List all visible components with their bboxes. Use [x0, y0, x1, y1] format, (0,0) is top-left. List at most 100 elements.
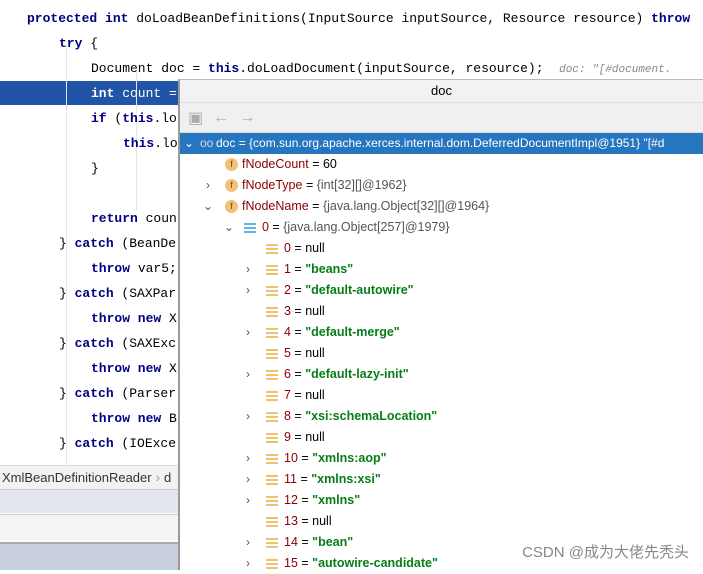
- code-line: } catch (IOExce: [59, 431, 176, 456]
- keyword: this: [122, 111, 154, 126]
- code-text: count =: [114, 86, 177, 101]
- field-icon: f: [225, 158, 238, 172]
- chevron-right-icon[interactable]: ›: [242, 406, 254, 427]
- tree-row-item[interactable]: › 12 = "xmlns": [180, 490, 703, 511]
- tree-row-item[interactable]: › 10 = "xmlns:aop": [180, 448, 703, 469]
- code-text: .doLoadDocument(inputSource, resource);: [239, 61, 560, 76]
- code-text: Document doc =: [91, 61, 209, 76]
- tree-icon[interactable]: ▣: [188, 108, 203, 128]
- var-value: {java.lang.Object[32][]@1964}: [322, 199, 490, 213]
- tree-row-item[interactable]: › 11 = "xmlns:xsi": [180, 469, 703, 490]
- code-text: doLoadBeanDefinitions(InputSource inputS…: [136, 11, 652, 26]
- tree-row-field[interactable]: f fNodeCount = 60: [180, 154, 703, 175]
- code-text: }: [59, 386, 75, 401]
- item-index: 8: [284, 409, 291, 423]
- tree-row-item[interactable]: › 1 = "beans": [180, 259, 703, 280]
- popup-toolbar: ▣ ← →: [180, 103, 703, 133]
- code-text: (: [106, 111, 123, 126]
- forward-arrow-icon[interactable]: →: [239, 109, 255, 127]
- breadcrumb-item[interactable]: d: [164, 470, 171, 485]
- list-icon: [266, 453, 278, 464]
- chevron-right-icon[interactable]: ›: [242, 364, 254, 385]
- status-bar: [0, 542, 178, 570]
- item-index: 10: [284, 451, 298, 465]
- item-value: "xmlns:xsi": [311, 472, 381, 486]
- code-line: int count =: [91, 81, 177, 106]
- tree-row-item[interactable]: 7 = null: [180, 385, 703, 406]
- code-text: coun: [137, 211, 177, 226]
- code-line: protected int doLoadBeanDefinitions(Inpu…: [27, 6, 690, 31]
- chevron-down-icon[interactable]: ⌄: [223, 217, 235, 238]
- item-index: 11: [284, 472, 297, 486]
- code-line: return coun: [91, 206, 177, 231]
- code-line: throw var5;: [91, 256, 177, 281]
- item-index: 15: [284, 556, 298, 570]
- chevron-right-icon[interactable]: ›: [242, 553, 254, 574]
- chevron-down-icon[interactable]: ⌄: [183, 133, 195, 154]
- chevron-right-icon[interactable]: ›: [242, 280, 254, 301]
- tree-row-item[interactable]: › 4 = "default-merge": [180, 322, 703, 343]
- tree-row-item[interactable]: 5 = null: [180, 343, 703, 364]
- var-name: fNodeName: [242, 199, 309, 213]
- keyword: throw: [651, 11, 691, 26]
- chevron-right-icon[interactable]: ›: [242, 259, 254, 280]
- item-value: "default-autowire": [305, 283, 414, 297]
- var-name: fNodeCount: [242, 157, 309, 171]
- list-icon: [266, 558, 278, 569]
- keyword: throw new: [91, 361, 162, 376]
- tree-row-field[interactable]: ⌄ f fNodeName = {java.lang.Object[32][]@19…: [180, 196, 703, 217]
- keyword: int: [91, 86, 115, 101]
- item-value: "autowire-candidate": [312, 556, 438, 570]
- var-value: {java.lang.Object[257]@1979}: [283, 220, 450, 234]
- array-icon: [244, 222, 256, 233]
- item-index: 13: [284, 514, 298, 528]
- item-value: null: [305, 241, 325, 255]
- chevron-down-icon[interactable]: ⌄: [202, 196, 214, 217]
- list-icon: [266, 369, 278, 380]
- tree-row-item[interactable]: › 2 = "default-autowire": [180, 280, 703, 301]
- item-value: "xmlns:aop": [312, 451, 387, 465]
- chevron-right-icon[interactable]: ›: [242, 532, 254, 553]
- item-index: 2: [284, 283, 291, 297]
- chevron-right-icon[interactable]: ›: [242, 469, 254, 490]
- tree-row-item[interactable]: 9 = null: [180, 427, 703, 448]
- code-text: (IOExce: [113, 436, 177, 451]
- code-line: } catch (SAXExc: [59, 331, 176, 356]
- item-index: 1: [284, 262, 291, 276]
- popup-title[interactable]: doc: [180, 80, 703, 103]
- code-line: } catch (Parser: [59, 381, 176, 406]
- tree-row-root[interactable]: ⌄ oo doc = {com.sun.org.apache.xerces.inte…: [180, 133, 703, 154]
- list-icon: [266, 348, 278, 359]
- item-value: "default-lazy-init": [305, 367, 409, 381]
- breadcrumb-item[interactable]: XmlBeanDefinitionReader: [2, 470, 152, 485]
- var-name: doc: [216, 136, 236, 150]
- var-name: fNodeType: [242, 178, 303, 192]
- code-text: X: [161, 361, 177, 376]
- list-icon: [266, 495, 278, 506]
- var-value: = {com.sun.org.apache.xerces.internal.do…: [238, 136, 665, 150]
- chevron-right-icon[interactable]: ›: [242, 490, 254, 511]
- item-value: null: [305, 304, 325, 318]
- tree-row-item[interactable]: 3 = null: [180, 301, 703, 322]
- chevron-right-icon[interactable]: ›: [202, 175, 214, 196]
- back-arrow-icon[interactable]: ←: [213, 109, 229, 127]
- tree-row-item[interactable]: 0 = null: [180, 238, 703, 259]
- keyword: catch: [74, 436, 114, 451]
- item-index: 12: [284, 493, 298, 507]
- code-text: }: [59, 236, 75, 251]
- chevron-right-icon[interactable]: ›: [242, 322, 254, 343]
- list-icon: [266, 432, 278, 443]
- indent-guide: [66, 44, 67, 474]
- var-value: = 60: [312, 157, 337, 171]
- tree-row-array[interactable]: ⌄ 0 = {java.lang.Object[257]@1979}: [180, 217, 703, 238]
- code-line: Document doc = this.doLoadDocument(input…: [91, 56, 671, 81]
- field-icon: f: [225, 179, 238, 193]
- chevron-right-icon[interactable]: ›: [242, 448, 254, 469]
- tree-row-item[interactable]: › 8 = "xsi:schemaLocation": [180, 406, 703, 427]
- tree-row-item[interactable]: 13 = null: [180, 511, 703, 532]
- tree-row-item[interactable]: › 6 = "default-lazy-init": [180, 364, 703, 385]
- code-text: (SAXPar: [113, 286, 177, 301]
- code-line: throw new B: [91, 406, 177, 431]
- tree-row-field[interactable]: › f fNodeType = {int[32][]@1962}: [180, 175, 703, 196]
- list-icon: [266, 264, 278, 275]
